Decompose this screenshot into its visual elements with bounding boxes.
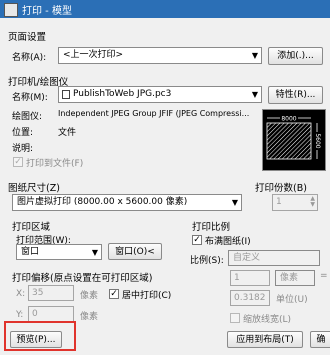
page-setup-name-label: 名称(A):: [12, 53, 47, 63]
plot-range-select[interactable]: 窗口 ▼: [16, 244, 102, 260]
properties-button[interactable]: 特性(R)...: [268, 86, 323, 104]
printer-name-value: PublishToWeb JPG.pc3: [73, 89, 172, 99]
copies-value: 1: [276, 197, 282, 207]
location-label: 位置:: [12, 128, 34, 138]
plot-to-file-checkbox[interactable]: ✓: [13, 157, 23, 167]
title-bar: 打印 - 模型: [0, 0, 330, 18]
offset-y-label: Y:: [16, 310, 24, 320]
page-setup-heading: 页面设置: [8, 32, 47, 43]
preview-width-label: 8000: [281, 116, 296, 123]
offset-y-input[interactable]: 0: [28, 306, 74, 322]
copies-heading: 打印份数(B): [255, 183, 307, 194]
offset-x-input[interactable]: 35: [28, 285, 74, 301]
scale-unit1-value: 像素: [280, 273, 299, 283]
printer-icon: [62, 90, 70, 99]
offset-x-unit: 像素: [80, 291, 99, 301]
offset-x-label: X:: [16, 289, 26, 299]
plot-range-value: 窗口: [21, 247, 40, 257]
plotter-label: 绘图仪:: [12, 112, 43, 122]
paper-size-select[interactable]: 图片虚拟打印 (8000.00 x 5600.00 像素) ▼: [12, 194, 242, 211]
window-title: 打印 - 模型: [22, 6, 72, 17]
description-label: 说明:: [12, 144, 34, 154]
chevron-down-icon: ▼: [251, 90, 258, 99]
scale-value: 自定义: [233, 253, 261, 263]
add-button[interactable]: 添加(.)...: [268, 47, 323, 65]
scale-lineweight-checkbox[interactable]: [230, 313, 240, 323]
plot-area-heading: 打印区域: [12, 222, 51, 233]
paper-size-value: 图片虚拟打印 (8000.00 x 5600.00 像素): [17, 197, 188, 207]
copies-input[interactable]: 1 ▲ ▼: [272, 194, 318, 211]
plot-to-file-label: 打印到文件(F): [26, 159, 84, 169]
offset-y-unit: 像素: [80, 312, 99, 322]
chevron-down-icon: ▼: [91, 248, 98, 257]
page-setup-name-value: <上一次打印>: [63, 50, 124, 60]
app-icon: [4, 3, 18, 17]
scale-unit1-select[interactable]: 像素: [275, 270, 315, 286]
location-value: 文件: [58, 128, 77, 138]
printer-name-select[interactable]: PublishToWeb JPG.pc3 ▼: [58, 86, 262, 103]
window-pick-button[interactable]: 窗口(O)<: [108, 243, 162, 260]
scale-value1-input[interactable]: 1: [230, 270, 270, 286]
printer-name-label: 名称(M):: [12, 93, 48, 103]
fit-to-paper-checkbox[interactable]: ✓: [192, 235, 202, 245]
plotter-value: Independent JPEG Group JFIF (JPEG Compre…: [58, 109, 250, 118]
paper-preview-graphic: 8000 5600: [266, 114, 322, 160]
scale-lineweight-label: 缩放线宽(L): [243, 315, 292, 325]
paper-size-heading: 图纸尺寸(Z): [8, 183, 60, 194]
equals-sign: =: [320, 271, 328, 281]
plot-scale-heading: 打印比例: [192, 222, 231, 233]
paper-preview: 8000 5600: [262, 109, 326, 171]
chevron-down-icon: ▼: [231, 198, 238, 207]
scale-unit2-label: 单位(U): [276, 295, 308, 305]
preview-button[interactable]: 预览(P)...: [10, 331, 62, 348]
plot-offset-heading: 打印偏移(原点设置在可打印区域): [12, 273, 153, 284]
spinner-icon: ▲ ▼: [310, 195, 315, 208]
center-plot-checkbox[interactable]: ✓: [109, 289, 119, 299]
page-setup-name-select[interactable]: <上一次打印> ▼: [58, 47, 262, 64]
apply-to-layout-button[interactable]: 应用到布局(T): [227, 331, 303, 348]
chevron-down-icon: ▼: [251, 51, 258, 60]
center-plot-label: 居中打印(C): [122, 291, 172, 301]
scale-select[interactable]: 自定义: [228, 250, 320, 266]
preview-height-label: 5600: [314, 133, 321, 148]
scale-value2-input[interactable]: 0.3182: [230, 290, 270, 306]
ok-button[interactable]: 确: [310, 331, 330, 348]
fit-to-paper-label: 布满图纸(I): [205, 237, 251, 247]
scale-label: 比例(S):: [190, 256, 224, 266]
